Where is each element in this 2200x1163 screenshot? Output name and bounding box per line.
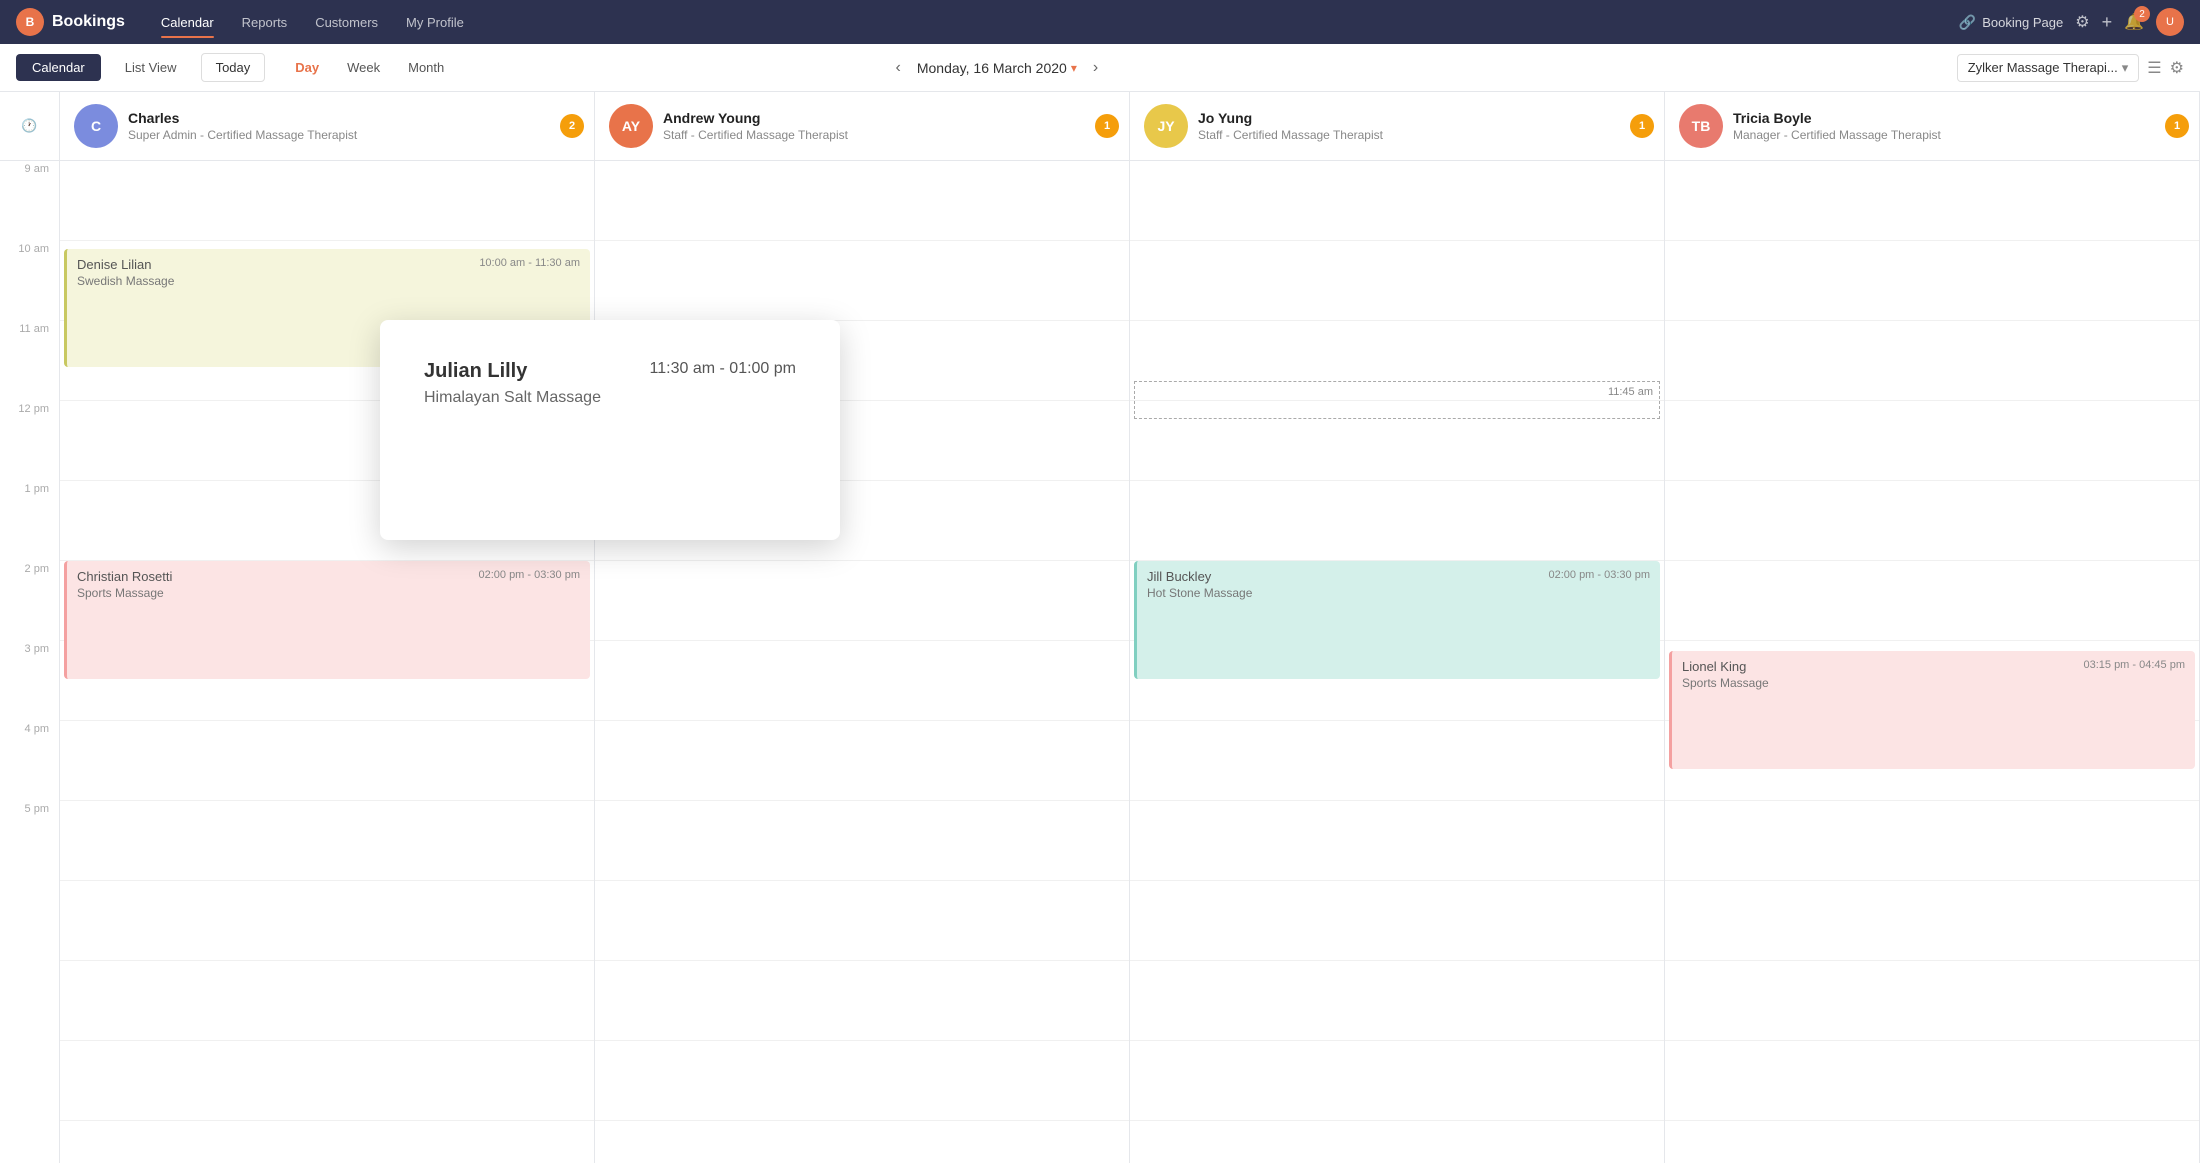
next-date-button[interactable]: › xyxy=(1085,55,1106,81)
popup-service: Himalayan Salt Massage xyxy=(424,389,796,407)
staff-header: 🕐 C Charles Super Admin - Certified Mass… xyxy=(0,92,2200,161)
settings-icon[interactable]: ⚙ xyxy=(2075,12,2089,32)
avatar-andrew: AY xyxy=(609,104,653,148)
prev-date-button[interactable]: ‹ xyxy=(888,55,909,81)
staff-col-tricia: TB Tricia Boyle Manager - Certified Mass… xyxy=(1665,92,2200,160)
location-selector[interactable]: Zylker Massage Therapi... ▾ xyxy=(1957,54,2140,82)
time-4pm: 4 pm xyxy=(0,721,59,801)
staff-col-charles: C Charles Super Admin - Certified Massag… xyxy=(60,92,595,160)
staff-col-andrew: AY Andrew Young Staff - Certified Massag… xyxy=(595,92,1130,160)
top-nav: B Bookings Calendar Reports Customers My… xyxy=(0,0,2200,44)
time-gutter: 9 am 10 am 11 am 12 pm 1 pm 2 pm 3 pm 4 … xyxy=(0,161,60,1163)
staff-badge-tricia: 1 xyxy=(2165,114,2189,138)
nav-profile[interactable]: My Profile xyxy=(394,9,476,36)
staff-info-jo: Jo Yung Staff - Certified Massage Therap… xyxy=(1198,110,1650,142)
period-week[interactable]: Week xyxy=(333,54,394,81)
time-11am: 11 am xyxy=(0,321,59,401)
period-selector: Day Week Month xyxy=(281,54,458,81)
staff-role-andrew: Staff - Certified Massage Therapist xyxy=(663,128,1115,142)
cal-col-1[interactable] xyxy=(595,161,1130,1163)
secondary-nav-right: Zylker Massage Therapi... ▾ ☰ ⚙ xyxy=(1957,54,2184,82)
appt-time-denise: 10:00 am - 11:30 am xyxy=(479,257,580,269)
appt-lionel[interactable]: Lionel King Sports Massage 03:15 pm - 04… xyxy=(1669,651,2195,769)
staff-col-jo: JY Jo Yung Staff - Certified Massage The… xyxy=(1130,92,1665,160)
view-toggle-icon[interactable]: ☰ xyxy=(2147,58,2161,78)
avatar-charles: C xyxy=(74,104,118,148)
appt-christian[interactable]: Christian Rosetti Sports Massage 02:00 p… xyxy=(64,561,590,679)
staff-name-andrew: Andrew Young xyxy=(663,110,1115,126)
appt-service-jill: Hot Stone Massage xyxy=(1147,586,1650,600)
top-nav-right: 🔗 Booking Page ⚙ + 🔔 2 U xyxy=(1959,8,2184,36)
appt-jill[interactable]: Jill Buckley Hot Stone Massage 02:00 pm … xyxy=(1134,561,1660,679)
staff-badge-jo: 1 xyxy=(1630,114,1654,138)
period-month[interactable]: Month xyxy=(394,54,458,81)
avatar-jo: JY xyxy=(1144,104,1188,148)
notification-bell[interactable]: 🔔 2 xyxy=(2124,12,2144,32)
staff-badge-charles: 2 xyxy=(560,114,584,138)
booking-page-btn[interactable]: 🔗 Booking Page xyxy=(1959,14,2063,31)
appt-time-lionel: 03:15 pm - 04:45 pm xyxy=(2083,659,2185,671)
secondary-nav: Calendar List View Today Day Week Month … xyxy=(0,44,2200,92)
app-logo[interactable]: B Bookings xyxy=(16,8,125,36)
popup-time: 11:30 am - 01:00 pm xyxy=(650,360,796,378)
cal-col-2[interactable]: 11:45 am Jill Buckley Hot Stone Massage … xyxy=(1130,161,1665,1163)
notification-badge: 2 xyxy=(2134,6,2150,22)
time-12pm: 12 pm xyxy=(0,401,59,481)
staff-info-charles: Charles Super Admin - Certified Massage … xyxy=(128,110,580,142)
staff-info-andrew: Andrew Young Staff - Certified Massage T… xyxy=(663,110,1115,142)
appt-time-christian: 02:00 pm - 03:30 pm xyxy=(478,569,580,581)
dotted-box-time: 11:45 am xyxy=(1608,386,1653,398)
appointment-popup[interactable]: Julian Lilly Himalayan Salt Massage 11:3… xyxy=(380,320,840,540)
nav-reports[interactable]: Reports xyxy=(230,9,300,36)
staff-role-jo: Staff - Certified Massage Therapist xyxy=(1198,128,1650,142)
time-10am: 10 am xyxy=(0,241,59,321)
calendar-body: 9 am 10 am 11 am 12 pm 1 pm 2 pm 3 pm 4 … xyxy=(0,161,2200,1163)
settings-icon-secondary[interactable]: ⚙ xyxy=(2170,58,2184,78)
staff-role-charles: Super Admin - Certified Massage Therapis… xyxy=(128,128,580,142)
time-5pm: 5 pm xyxy=(0,801,59,881)
today-button[interactable]: Today xyxy=(201,53,266,82)
staff-name-charles: Charles xyxy=(128,110,580,126)
staff-badge-andrew: 1 xyxy=(1095,114,1119,138)
avatar-tricia: TB xyxy=(1679,104,1723,148)
appt-service-lionel: Sports Massage xyxy=(1682,676,2185,690)
tab-list-view[interactable]: List View xyxy=(109,54,193,81)
user-avatar[interactable]: U xyxy=(2156,8,2184,36)
add-icon[interactable]: + xyxy=(2102,12,2113,33)
nav-customers[interactable]: Customers xyxy=(303,9,390,36)
booking-page-label: Booking Page xyxy=(1982,15,2063,30)
cal-col-3[interactable]: Lionel King Sports Massage 03:15 pm - 04… xyxy=(1665,161,2200,1163)
time-1pm: 1 pm xyxy=(0,481,59,561)
appt-service-christian: Sports Massage xyxy=(77,586,580,600)
cal-col-0[interactable]: Denise Lilian Swedish Massage 10:00 am -… xyxy=(60,161,595,1163)
nav-calendar[interactable]: Calendar xyxy=(149,9,226,36)
date-navigation: ‹ Monday, 16 March 2020 ▾ › xyxy=(888,55,1107,81)
current-date[interactable]: Monday, 16 March 2020 ▾ xyxy=(917,60,1077,76)
staff-info-tricia: Tricia Boyle Manager - Certified Massage… xyxy=(1733,110,2185,142)
time-9am: 9 am xyxy=(0,161,59,241)
staff-columns: C Charles Super Admin - Certified Massag… xyxy=(60,92,2200,160)
nav-links: Calendar Reports Customers My Profile xyxy=(149,9,1935,36)
time-3pm: 3 pm xyxy=(0,641,59,721)
time-gutter-header: 🕐 xyxy=(0,92,60,160)
appt-service-denise: Swedish Massage xyxy=(77,274,580,288)
app-name: Bookings xyxy=(52,13,125,31)
period-day[interactable]: Day xyxy=(281,54,333,81)
dotted-box: 11:45 am xyxy=(1134,381,1660,419)
calendar-columns: Denise Lilian Swedish Massage 10:00 am -… xyxy=(60,161,2200,1163)
staff-role-tricia: Manager - Certified Massage Therapist xyxy=(1733,128,2185,142)
time-2pm: 2 pm xyxy=(0,561,59,641)
logo-icon: B xyxy=(16,8,44,36)
appt-time-jill: 02:00 pm - 03:30 pm xyxy=(1548,569,1650,581)
staff-name-jo: Jo Yung xyxy=(1198,110,1650,126)
tab-calendar[interactable]: Calendar xyxy=(16,54,101,81)
date-dropdown-icon: ▾ xyxy=(1071,61,1077,75)
staff-name-tricia: Tricia Boyle xyxy=(1733,110,2185,126)
